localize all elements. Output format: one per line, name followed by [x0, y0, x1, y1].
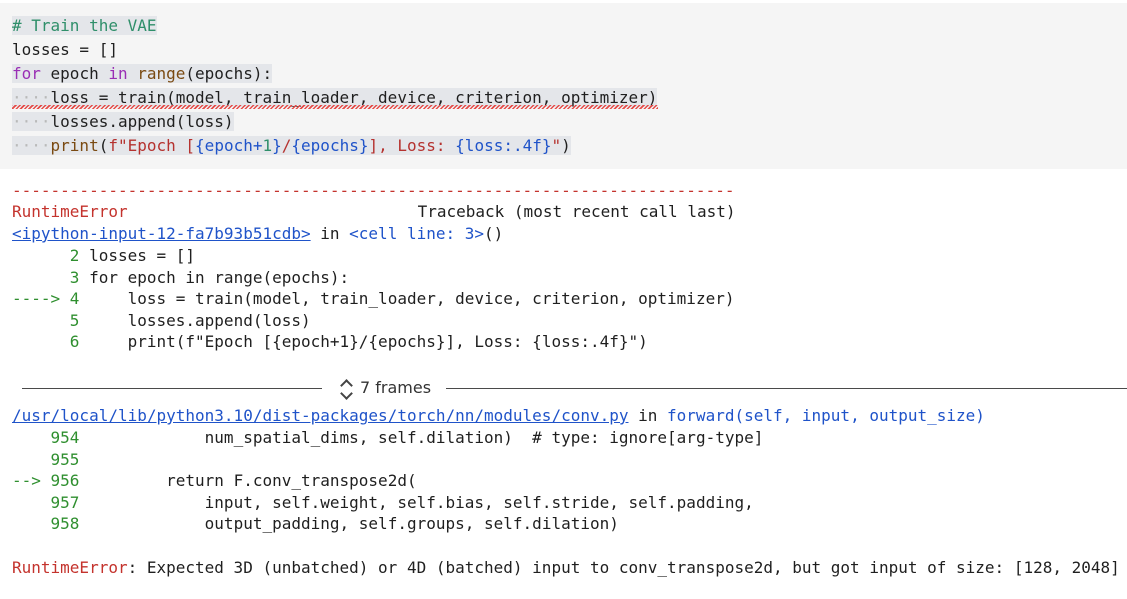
traceback-line: 5 losses.append(loss): [12, 310, 311, 331]
code-append: losses.append(loss): [50, 112, 234, 131]
traceback-code: input, self.weight, self.bias, self.stri…: [79, 492, 754, 512]
code-br4: {loss:.4f}: [455, 136, 552, 155]
traceback-line: 957 input, self.weight, self.bias, self.…: [12, 492, 754, 513]
code-num: 1: [262, 136, 273, 155]
code-losses-init: = []: [69, 40, 118, 59]
code-print-fn: print: [50, 136, 99, 155]
error-squiggle: [12, 105, 658, 109]
traceback-code: num_spatial_dims, self.dilation) # type:…: [79, 428, 764, 447]
traceback-line-number: 3: [69, 267, 80, 287]
code-fstr-d: ": [551, 136, 562, 155]
code-br1: {epoch+: [195, 136, 263, 155]
traceback-location: <ipython-input-12-fa7b93b51cdb> in <cell…: [12, 223, 503, 244]
traceback-line-number: 957: [50, 492, 80, 512]
conv-fn: forward: [667, 406, 735, 425]
traceback-dashes: ----------------------------------------…: [12, 181, 735, 200]
code-line-6[interactable]: ····print(f"Epoch [{epoch+1}/{epochs}], …: [12, 134, 571, 157]
code-fstr-c: ], Loss:: [368, 136, 456, 155]
code-close: ): [561, 136, 571, 155]
code-range-args: (epochs):: [185, 64, 273, 83]
traceback-code: losses = []: [79, 246, 196, 265]
traceback-line-number: 2: [69, 246, 80, 265]
code-line-5[interactable]: ····losses.append(loss): [12, 110, 234, 133]
traceback-code: output_padding, self.groups, self.dilati…: [79, 514, 619, 533]
traceback-line-number: 955: [50, 449, 80, 469]
traceback-line-number: 5: [69, 310, 80, 330]
code-line-2[interactable]: losses = []: [12, 38, 118, 61]
frames-label: 7 frames: [360, 378, 432, 397]
code-fn-range: range: [127, 64, 186, 83]
traceback-arrow: [12, 514, 51, 533]
traceback-line-number: 956: [50, 471, 80, 490]
error-type: RuntimeError: [12, 202, 128, 221]
code-br3: {epochs}: [291, 136, 369, 155]
traceback-header-line: RuntimeError Traceback (most recent call …: [12, 201, 735, 222]
conv-location: /usr/local/lib/python3.10/dist-packages/…: [12, 405, 985, 426]
code-epoch-var: epoch: [40, 64, 109, 83]
traceback-line-number: 6: [69, 332, 80, 351]
expand-collapse-icon: [340, 377, 354, 401]
traceback-line: ----> 4 loss = train(model, train_loader…: [12, 288, 734, 309]
traceback-code: print(f"Epoch [{epoch+1}/{epochs}], Loss…: [79, 332, 648, 351]
final-error-type: RuntimeError: [12, 558, 128, 577]
code-line-3[interactable]: for epoch in range(epochs):: [12, 62, 273, 85]
code-kw-in: in: [108, 64, 128, 83]
traceback-arrow: [12, 311, 70, 330]
traceback-line: 2 losses = []: [12, 245, 195, 266]
traceback-arrow: ---->: [12, 289, 70, 308]
traceback-code: losses.append(loss): [79, 310, 311, 330]
code-losses-var: losses: [12, 40, 70, 59]
conv-file-link[interactable]: /usr/local/lib/python3.10/dist-packages/…: [12, 406, 629, 425]
final-error: RuntimeError: Expected 3D (unbatched) or…: [12, 557, 1120, 578]
code-kw-for: for: [12, 64, 41, 83]
traceback-line-number: 958: [50, 514, 80, 533]
traceback-arrow: [12, 450, 51, 469]
traceback-arrow: [12, 268, 70, 287]
traceback-arrow: [12, 493, 51, 512]
traceback-arrow: -->: [12, 471, 51, 490]
ipython-input-link[interactable]: <ipython-input-12-fa7b93b51cdb>: [12, 224, 311, 243]
in-word: in: [310, 224, 350, 243]
code-fstr-a: f"Epoch [: [108, 136, 196, 155]
frames-toggle[interactable]: 7 frames: [340, 376, 431, 400]
traceback-line: 958 output_padding, self.groups, self.di…: [12, 513, 619, 534]
traceback-line: 6 print(f"Epoch [{epoch+1}/{epochs}], Lo…: [12, 331, 648, 352]
traceback-line: --> 956 return F.conv_transpose2d(: [12, 470, 417, 491]
conv-sig: (self, input, output_size): [734, 406, 985, 425]
cell-ref: <cell line: 3>: [349, 224, 485, 243]
traceback-arrow: [12, 246, 70, 265]
code-comment: # Train the VAE: [12, 16, 157, 35]
traceback-arrow: [12, 428, 51, 447]
cell-paren: (): [484, 224, 504, 243]
traceback-line-number: 4: [69, 289, 80, 308]
code-paren: (: [98, 136, 109, 155]
traceback-code: loss = train(model, train_loader, device…: [79, 289, 735, 308]
traceback-line-number: 954: [50, 428, 80, 447]
final-error-msg: : Expected 3D (unbatched) or 4D (batched…: [127, 558, 1120, 577]
conv-in-word: in: [628, 406, 668, 425]
code-cell[interactable]: # Train the VAE losses = [] for epoch in…: [0, 3, 1127, 169]
frames-divider-left: [22, 388, 322, 389]
code-fstr-b: /: [281, 136, 292, 155]
frames-divider-right: [446, 388, 1127, 389]
traceback-header: Traceback (most recent call last): [417, 202, 736, 221]
traceback-code: for epoch in range(epochs):: [79, 267, 350, 287]
traceback-line: 3 for epoch in range(epochs):: [12, 267, 349, 288]
traceback-arrow: [12, 332, 70, 351]
traceback-code: return F.conv_transpose2d(: [79, 471, 417, 490]
traceback-line: 954 num_spatial_dims, self.dilation) # t…: [12, 427, 764, 448]
code-line-1[interactable]: # Train the VAE: [12, 14, 157, 37]
code-br2: }: [272, 136, 282, 155]
traceback-line: 955: [12, 449, 80, 470]
